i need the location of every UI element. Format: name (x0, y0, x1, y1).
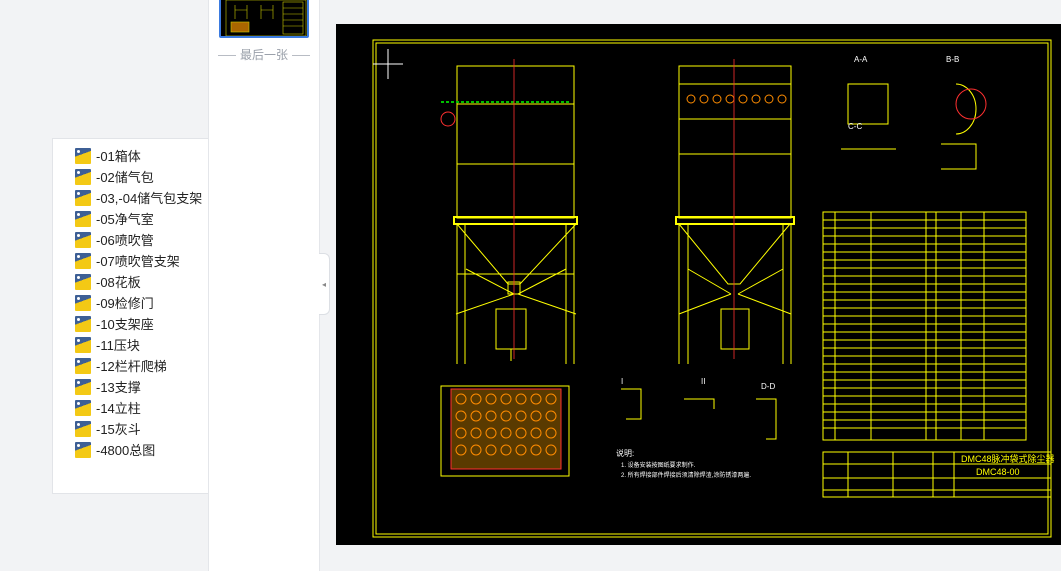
file-item[interactable]: -08花板 (53, 271, 208, 292)
last-label-text: 最后一张 (214, 48, 314, 62)
section-cc-label: C-C (848, 122, 862, 131)
file-item-label: -07喷吹管支架 (96, 254, 180, 269)
drawing-file-icon (75, 420, 91, 437)
drawing-file-icon (75, 357, 91, 374)
drawing-file-icon (75, 210, 91, 227)
section-bb-label: B-B (946, 55, 959, 64)
file-item[interactable]: -11压块 (53, 334, 208, 355)
file-item-label: -10支架座 (96, 317, 154, 332)
note-2: 2. 所有焊接部件焊接后须清除焊渣,涂防锈漆两遍. (621, 471, 751, 479)
drawing-file-icon (75, 378, 91, 395)
file-item-label: -06喷吹管 (96, 233, 154, 248)
file-item-label: -11压块 (96, 338, 140, 353)
drawing-file-icon (75, 168, 91, 185)
file-item[interactable]: -07喷吹管支架 (53, 250, 208, 271)
view-ii-label: II (701, 377, 705, 386)
file-item-label: -03,-04储气包支架 (96, 191, 203, 206)
drawing-file-icon (75, 273, 91, 290)
last-thumbnail-label: 最后一张 (209, 46, 319, 63)
file-item[interactable]: -13支撑 (53, 376, 208, 397)
plan-view (440, 385, 570, 477)
file-list: -01箱体 -02储气包 -03,-04储气包支架 -05净气室 -06喷吹管 -07喷吹… (52, 138, 208, 494)
file-item[interactable]: -15灰斗 (53, 418, 208, 439)
front-elevation (453, 65, 578, 364)
file-item[interactable]: -10支架座 (53, 313, 208, 334)
drawing-file-icon (75, 147, 91, 164)
file-item-label: -15灰斗 (96, 422, 141, 437)
thumbnail-strip: 最后一张 (208, 0, 320, 571)
view-i-label: I (621, 377, 623, 386)
file-item[interactable]: -03,-04储气包支架 (53, 187, 208, 208)
file-item-label: -13支撑 (96, 380, 141, 395)
parts-table (822, 211, 1027, 441)
drawing-file-icon (75, 441, 91, 458)
file-item-label: -12栏杆爬梯 (96, 359, 167, 374)
drawing-file-icon (75, 252, 91, 269)
file-item[interactable]: -12栏杆爬梯 (53, 355, 208, 376)
collapse-panel-button[interactable]: ◂ (319, 253, 330, 315)
section-dd-label: D-D (761, 382, 775, 391)
cad-drawing-viewer[interactable]: A-A B-B C-C D-D I II 说明: 1. 设备安装按图纸要求制作.… (336, 24, 1061, 545)
chevron-left-icon: ◂ (321, 279, 326, 289)
section-aa-label: A-A (854, 55, 868, 64)
file-item-label: -05净气室 (96, 212, 154, 227)
drawing-file-icon (75, 399, 91, 416)
drawing-file-icon (75, 294, 91, 311)
title-name: DMC48脉冲袋式除尘器 (961, 453, 1055, 464)
drawing-number: DMC48-00 (976, 467, 1020, 477)
file-item[interactable]: -05净气室 (53, 208, 208, 229)
file-item[interactable]: -06喷吹管 (53, 229, 208, 250)
file-item-label: -08花板 (96, 275, 141, 290)
note-1: 1. 设备安装按图纸要求制作. (621, 461, 696, 469)
file-item[interactable]: -14立柱 (53, 397, 208, 418)
file-item-label: -09检修门 (96, 296, 154, 311)
file-item-label: -01箱体 (96, 149, 141, 164)
notes-title: 说明: (616, 448, 634, 458)
file-item[interactable]: -01箱体 (53, 145, 208, 166)
file-item[interactable]: -4800总图 (53, 439, 208, 460)
file-item-label: -14立柱 (96, 401, 141, 416)
file-item[interactable]: -09检修门 (53, 292, 208, 313)
drawing-file-icon (75, 231, 91, 248)
side-elevation (675, 65, 795, 364)
file-item[interactable]: -02储气包 (53, 166, 208, 187)
thumbnail-last[interactable] (219, 0, 309, 38)
drawing-file-icon (75, 315, 91, 332)
drawing-file-icon (75, 189, 91, 206)
file-item-label: -4800总图 (96, 443, 156, 458)
drawing-file-icon (75, 336, 91, 353)
file-item-label: -02储气包 (96, 170, 154, 185)
